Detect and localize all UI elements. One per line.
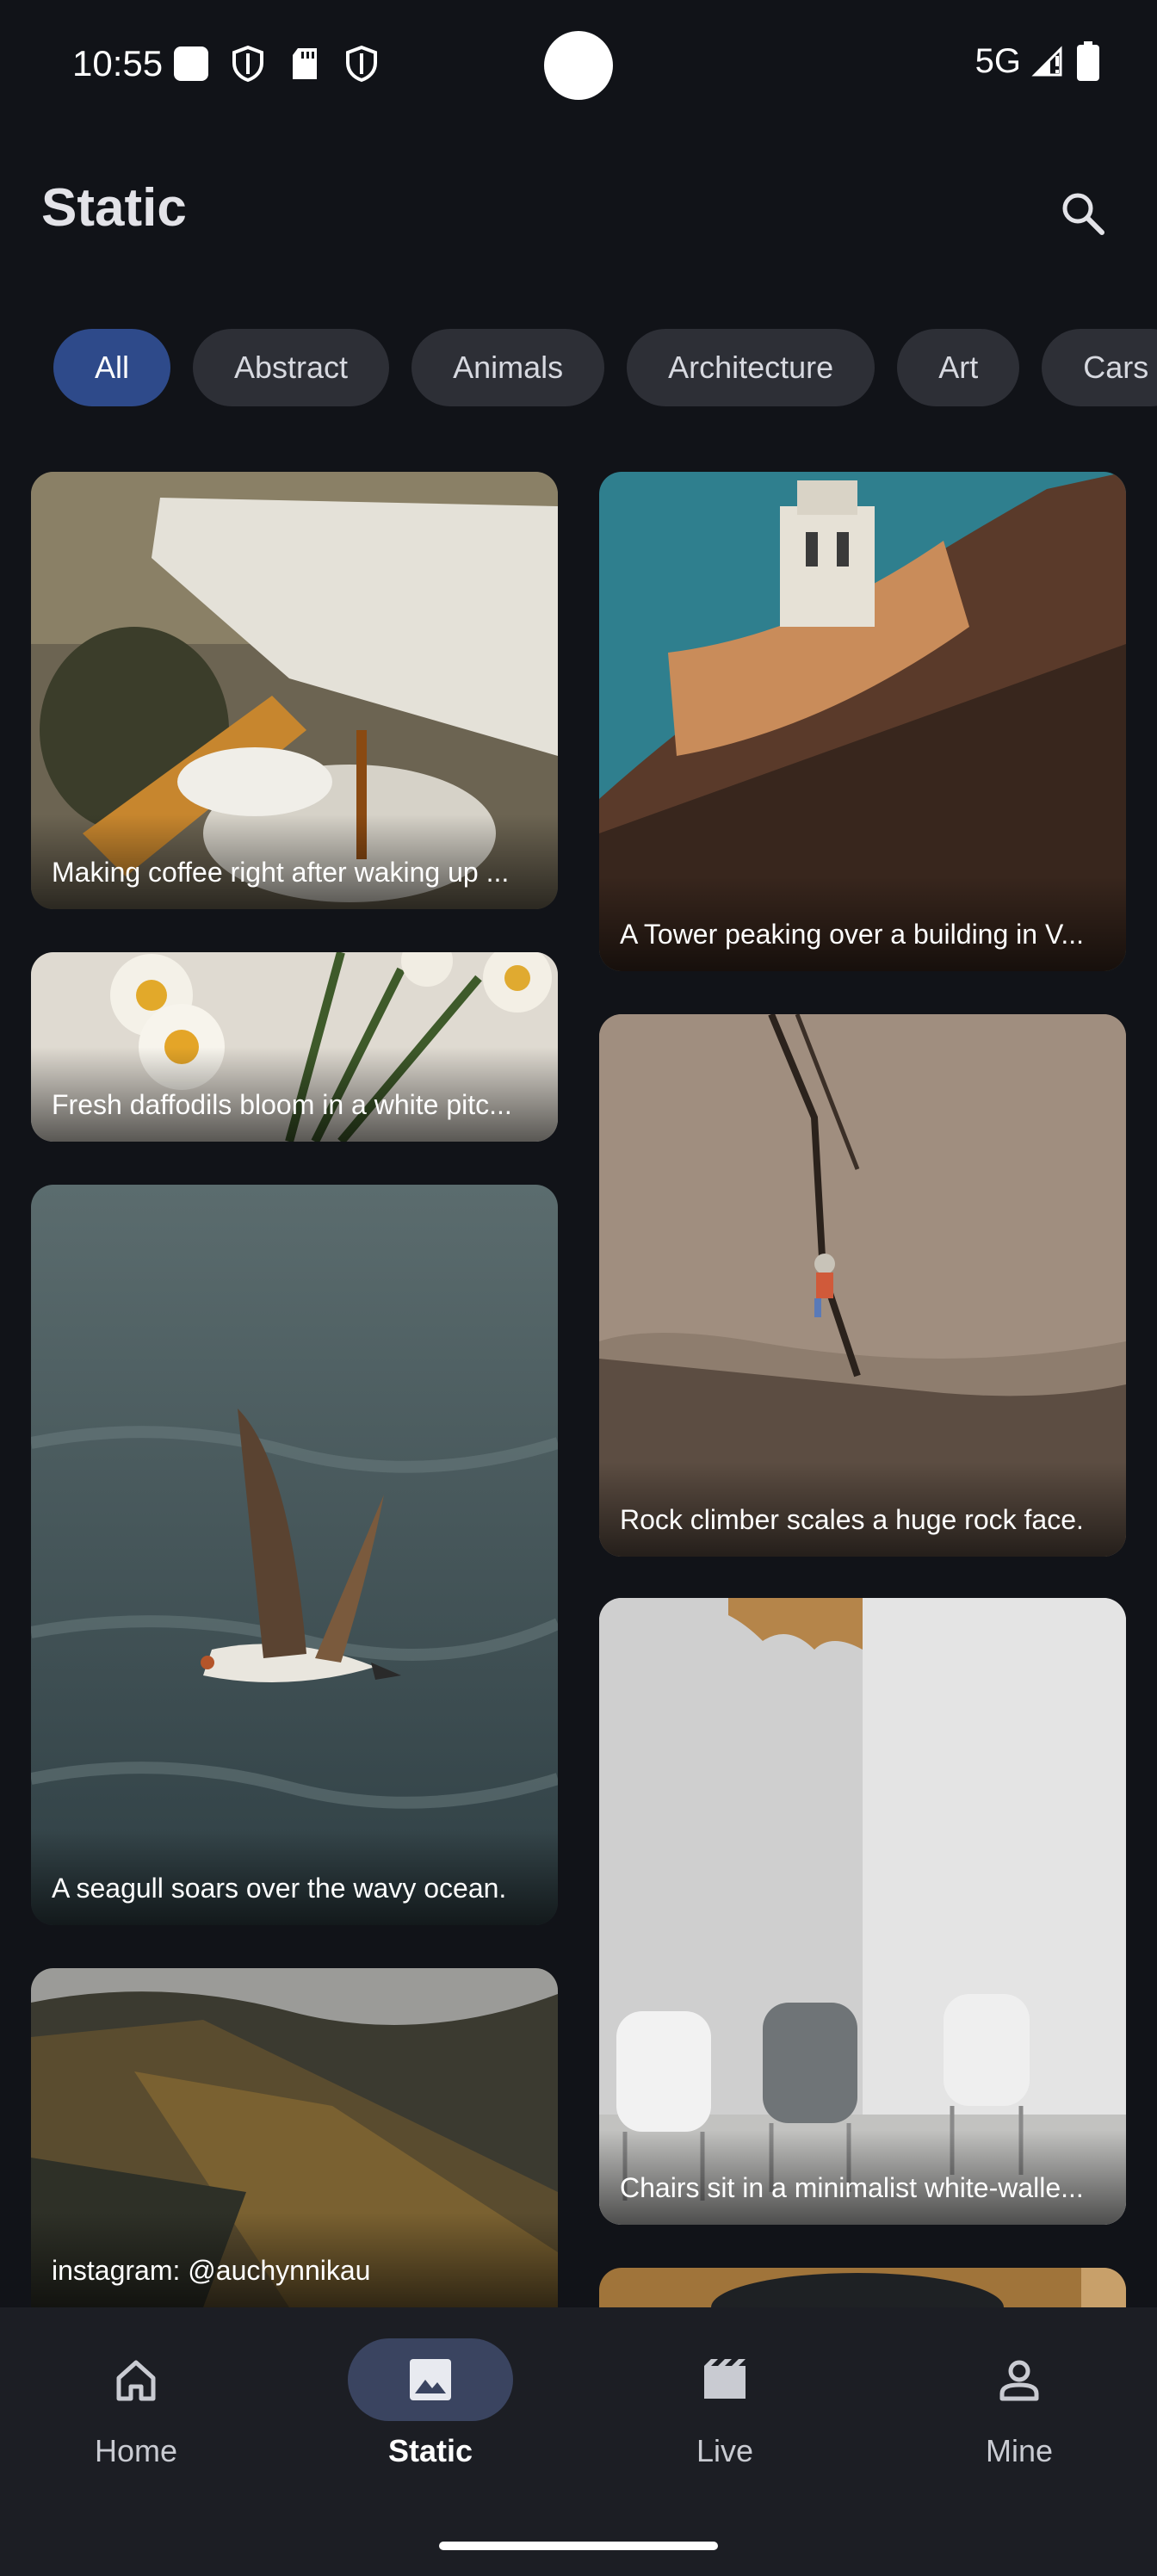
network-type: 5G xyxy=(974,41,1021,80)
photo-caption: A seagull soars over the wavy ocean. xyxy=(52,1873,507,1904)
photo-card-chairs[interactable]: Chairs sit in a minimalist white-walle..… xyxy=(599,1598,1126,2225)
photo-card-seagull[interactable]: A seagull soars over the wavy ocean. xyxy=(31,1185,558,1925)
nav-label: Home xyxy=(94,2433,178,2468)
chip-label: Architecture xyxy=(668,350,834,385)
chip-label: Abstract xyxy=(234,350,349,385)
chip-all[interactable]: All xyxy=(53,329,171,406)
status-time: 10:55 xyxy=(72,43,164,84)
photo-caption: Chairs sit in a minimalist white-walle..… xyxy=(620,2172,1084,2203)
nav-item-static[interactable]: Static xyxy=(319,2338,542,2511)
photo-card-mountain[interactable]: instagram: @auchynnikau xyxy=(31,1968,558,2307)
battery-icon xyxy=(1077,41,1099,81)
nav-item-live[interactable]: Live xyxy=(613,2338,837,2511)
category-chips: All Abstract Animals Architecture Art Ca… xyxy=(53,329,1157,406)
home-icon xyxy=(116,2360,156,2401)
photo-card-climber[interactable]: Rock climber scales a huge rock face. xyxy=(599,1014,1126,1557)
image-icon xyxy=(410,2359,451,2400)
home-indicator[interactable] xyxy=(439,2542,718,2550)
chip-label: All xyxy=(95,350,130,385)
search-button[interactable] xyxy=(1049,179,1117,248)
chip-cars[interactable]: Cars xyxy=(1042,329,1157,406)
photo-caption: Rock climber scales a huge rock face. xyxy=(620,1504,1084,1535)
shield-icon xyxy=(346,45,377,83)
photo-caption: A Tower peaking over a building in V... xyxy=(620,919,1085,950)
sd-card-icon xyxy=(293,48,317,79)
photo-caption: Making coffee right after waking up ... xyxy=(52,857,510,888)
nav-label: Mine xyxy=(985,2433,1054,2468)
photo-card-partial[interactable] xyxy=(599,2268,1126,2307)
photo-partial xyxy=(599,2268,1126,2307)
page-title: Static xyxy=(41,178,187,238)
chip-architecture[interactable]: Architecture xyxy=(627,329,875,406)
person-icon xyxy=(999,2360,1039,2401)
status-system-icons: 5G xyxy=(975,41,1100,81)
search-icon xyxy=(1062,193,1104,235)
photo-seagull xyxy=(31,1185,558,1925)
photo-caption: instagram: @auchynnikau xyxy=(52,2255,371,2286)
chip-label: Animals xyxy=(453,350,564,385)
chip-label: Art xyxy=(938,350,979,385)
nav-item-home[interactable]: Home xyxy=(24,2338,248,2511)
square-icon xyxy=(174,46,208,81)
movie-icon xyxy=(704,2359,746,2399)
photo-caption: Fresh daffodils bloom in a white pitc... xyxy=(52,1089,512,1120)
camera-cutout xyxy=(544,31,613,100)
photo-card-tower[interactable]: A Tower peaking over a building in V... xyxy=(599,472,1126,971)
nav-item-mine[interactable]: Mine xyxy=(907,2338,1131,2511)
shield-icon xyxy=(232,45,263,83)
nav-label: Static xyxy=(387,2433,473,2468)
signal-icon xyxy=(1031,46,1062,77)
status-notification-icons xyxy=(172,45,381,83)
photo-card-coffee[interactable]: Making coffee right after waking up ... xyxy=(31,472,558,909)
chip-animals[interactable]: Animals xyxy=(411,329,605,406)
status-bar: 10:55 5G xyxy=(0,0,1157,129)
chip-label: Cars xyxy=(1083,350,1149,385)
bottom-navigation: Home Static Live Mine xyxy=(0,2307,1157,2576)
chip-abstract[interactable]: Abstract xyxy=(193,329,390,406)
nav-label: Live xyxy=(696,2433,754,2468)
photo-card-daffodils[interactable]: Fresh daffodils bloom in a white pitc... xyxy=(31,952,558,1142)
chip-art[interactable]: Art xyxy=(897,329,1020,406)
